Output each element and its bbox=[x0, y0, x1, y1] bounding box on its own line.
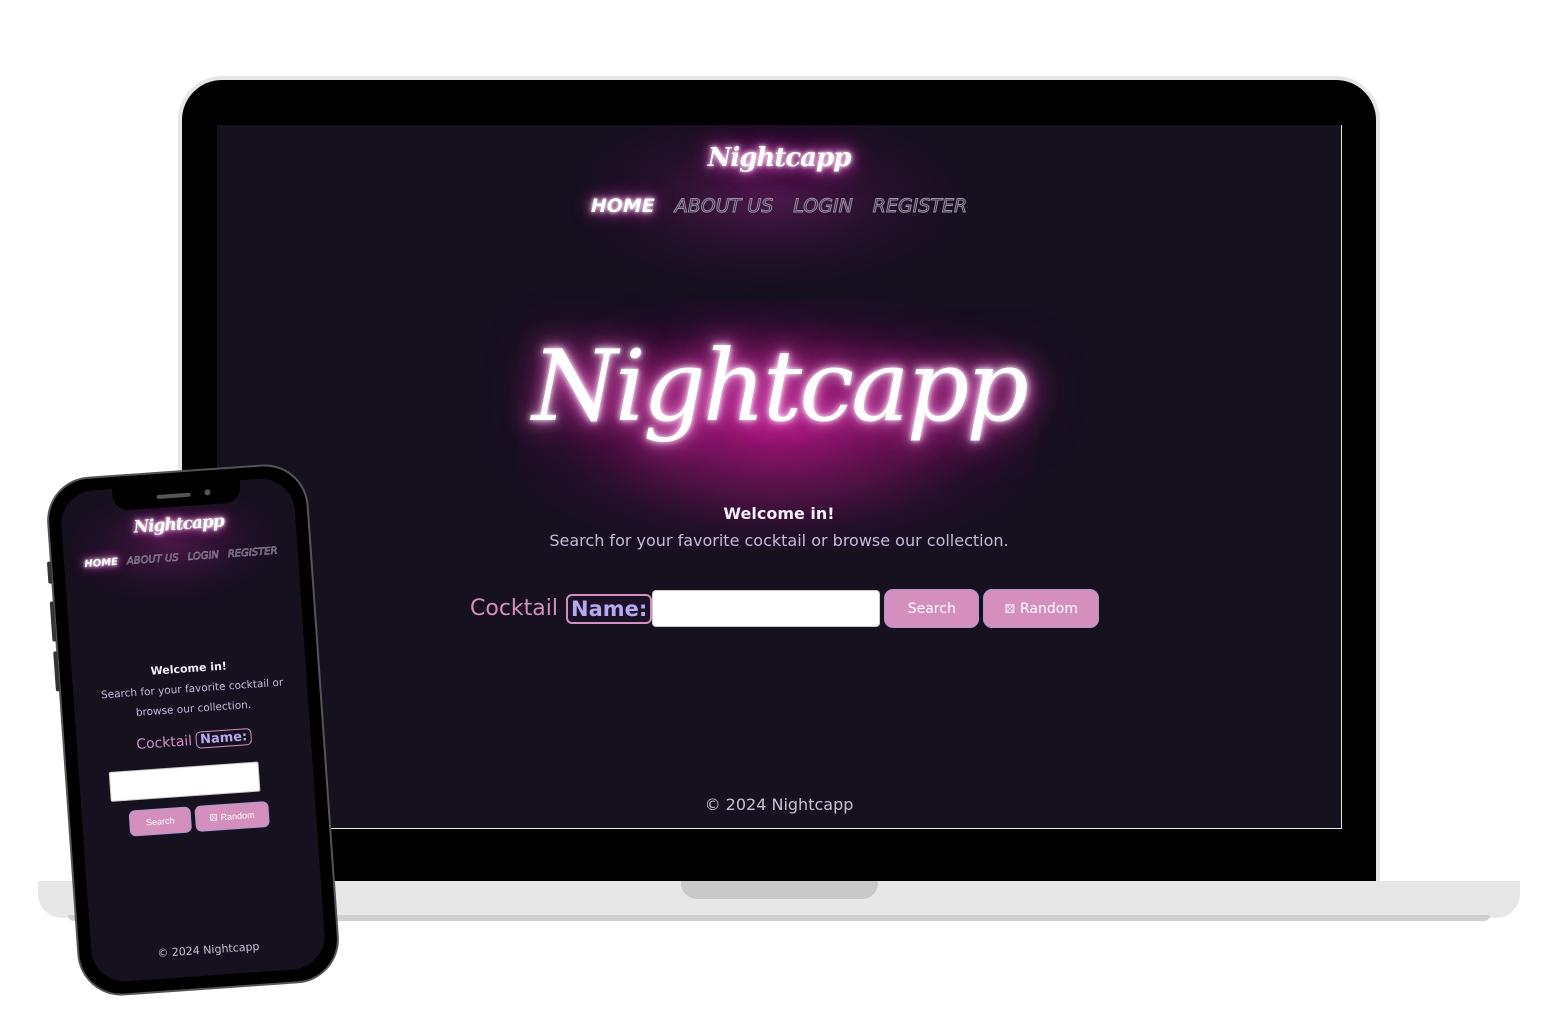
mobile-welcome-subtitle: Search for your favorite cocktail or bro… bbox=[100, 676, 284, 719]
footer-copyright: © 2024 Nightcapp bbox=[704, 795, 854, 814]
mobile-footer-copyright: © 2024 Nightcapp bbox=[156, 939, 260, 961]
random-button[interactable]: ⚄ Random bbox=[983, 589, 1100, 628]
mobile-search-button-label: Search bbox=[145, 815, 175, 828]
nav-home[interactable]: HOME bbox=[590, 195, 656, 217]
nav-about-us[interactable]: ABOUT US bbox=[674, 195, 775, 218]
nav-register[interactable]: REGISTER bbox=[872, 195, 968, 218]
phone-mute-switch bbox=[46, 561, 53, 584]
phone-camera bbox=[204, 489, 211, 496]
phone-volume-up bbox=[49, 601, 57, 642]
search-button-label: Search bbox=[907, 600, 956, 617]
mobile-search-button[interactable]: Search bbox=[128, 806, 193, 837]
hero-title: Nightcapp bbox=[531, 330, 1029, 444]
mobile-nav-login[interactable]: LOGIN bbox=[187, 549, 220, 563]
welcome-subtitle: Search for your favorite cocktail or bro… bbox=[549, 531, 1009, 550]
mobile-name-label: Name: bbox=[195, 727, 252, 749]
cocktail-label: Cocktail bbox=[470, 596, 558, 621]
laptop-screen: Nightcapp HOME ABOUT US LOGIN REGISTER N… bbox=[217, 125, 1342, 829]
phone-volume-down bbox=[53, 651, 60, 692]
phone-speaker bbox=[156, 492, 191, 499]
phone-frame: Nightcapp HOME ABOUT US LOGIN REGISTER W… bbox=[44, 461, 342, 999]
mobile-cocktail-name-input[interactable] bbox=[108, 761, 261, 802]
mobile-random-button-label: Random bbox=[220, 809, 255, 823]
name-label: Name: bbox=[566, 593, 653, 624]
nav-login[interactable]: LOGIN bbox=[792, 195, 854, 218]
mobile-search-label-row: Cocktail Name: bbox=[76, 724, 311, 757]
search-button[interactable]: Search bbox=[884, 589, 980, 628]
mobile-search-buttons: Search ⚄ Random bbox=[82, 798, 317, 840]
cocktail-name-input[interactable] bbox=[652, 590, 881, 627]
brand-logo[interactable]: Nightcapp bbox=[217, 143, 1341, 173]
main-nav: HOME ABOUT US LOGIN REGISTER bbox=[217, 195, 1341, 218]
phone-screen: Nightcapp HOME ABOUT US LOGIN REGISTER W… bbox=[59, 476, 327, 984]
mobile-dice-icon: ⚄ bbox=[209, 812, 218, 823]
mobile-nav-home[interactable]: HOME bbox=[84, 557, 118, 570]
mobile-cocktail-label: Cocktail bbox=[135, 732, 193, 753]
welcome-heading: Welcome in! bbox=[723, 504, 835, 523]
dice-icon: ⚄ bbox=[1004, 601, 1016, 616]
search-form: Cocktail Name: Search ⚄ Random bbox=[470, 589, 1100, 628]
mobile-random-button[interactable]: ⚄ Random bbox=[194, 800, 270, 833]
random-button-label: Random bbox=[1020, 600, 1078, 617]
desktop-site: Nightcapp HOME ABOUT US LOGIN REGISTER N… bbox=[217, 125, 1341, 828]
laptop-notch bbox=[681, 881, 878, 899]
